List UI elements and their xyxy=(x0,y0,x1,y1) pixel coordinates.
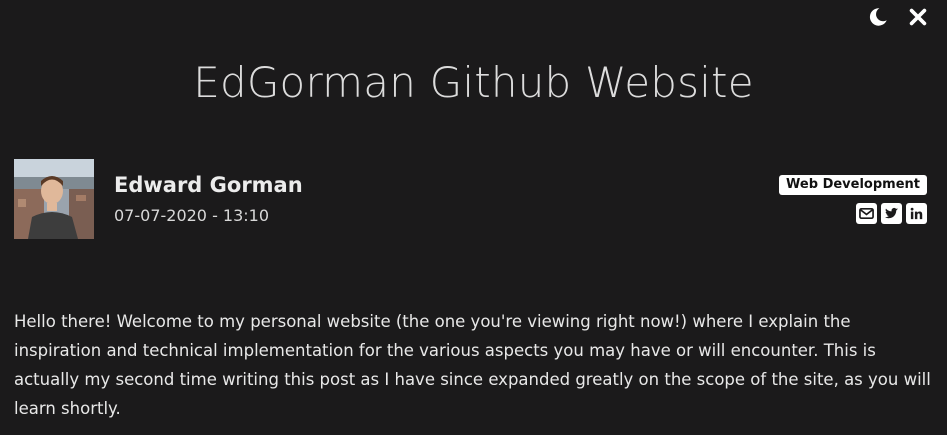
email-icon[interactable] xyxy=(856,203,877,224)
linkedin-icon[interactable] xyxy=(906,203,927,224)
email-glyph xyxy=(859,207,874,220)
moon-icon[interactable] xyxy=(867,6,889,28)
twitter-icon[interactable] xyxy=(881,203,902,224)
avatar xyxy=(14,159,94,239)
category-tag[interactable]: Web Development xyxy=(779,175,927,195)
post-date: 07-07-2020 - 13:10 xyxy=(114,206,270,225)
avatar-photo xyxy=(14,159,94,239)
top-controls xyxy=(867,6,929,28)
author-row: Edward Gorman 07-07-2020 - 13:10 Web Dev… xyxy=(14,159,927,239)
twitter-glyph xyxy=(884,207,899,219)
post-intro-paragraph: Hello there! Welcome to my personal webs… xyxy=(14,312,931,418)
page-title: EdGorman Github Website xyxy=(193,58,754,107)
close-icon[interactable] xyxy=(907,6,929,28)
share-links xyxy=(856,203,927,224)
linkedin-glyph xyxy=(910,207,923,220)
author-name: Edward Gorman xyxy=(114,173,303,197)
post-meta: Web Development xyxy=(779,175,927,224)
post-page: EdGorman Github Website Edward Gorman 07… xyxy=(0,0,947,435)
